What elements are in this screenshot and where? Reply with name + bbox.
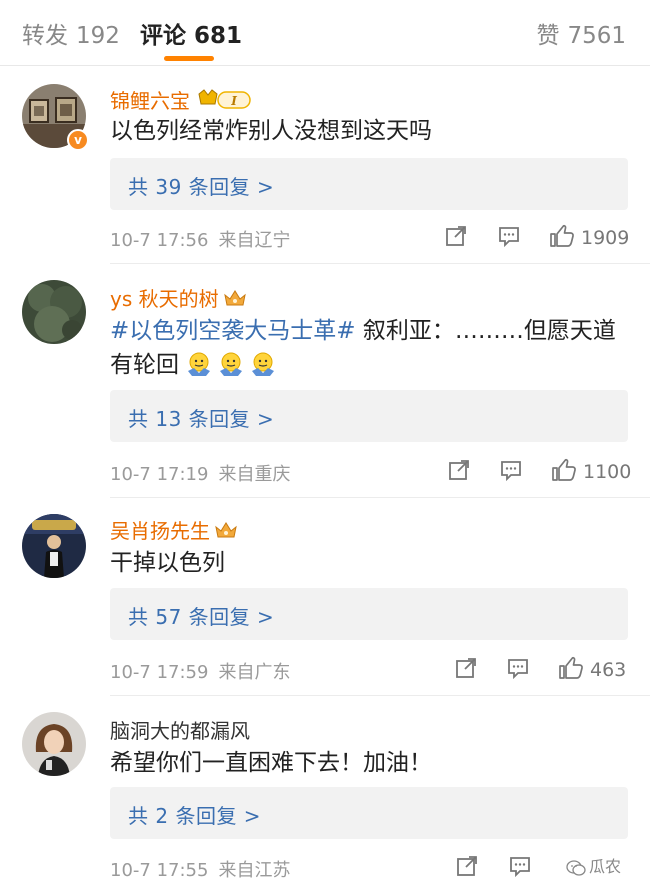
repost-count: 192 — [76, 23, 120, 49]
thumbs-up-icon — [559, 656, 583, 679]
view-replies-button[interactable]: 共 57 条回复 > — [110, 588, 628, 640]
view-replies-button[interactable]: 共 2 条回复 > — [110, 787, 628, 839]
like-count: 1909 — [581, 227, 630, 249]
watermark: 瓜农 — [566, 853, 621, 877]
tab-like[interactable]: 赞 7561 — [536, 16, 626, 50]
comment-text: 以色列经常炸别人没想到这天吗 — [110, 118, 432, 144]
comment-meta: 10-7 17:59 来自广东 — [110, 658, 290, 684]
like-count: 463 — [590, 659, 627, 681]
shrug-emoji-icon — [179, 352, 282, 378]
view-replies-button[interactable]: 共 13 条回复 > — [110, 390, 628, 442]
comment-text: 干掉以色列 — [110, 550, 225, 576]
level-badge-text: I — [230, 94, 237, 108]
tab-repost-label: 转发 — [22, 23, 68, 49]
level-badge-icon: I — [196, 88, 252, 117]
wechat-icon — [566, 860, 586, 876]
thumbs-up-icon — [550, 224, 574, 247]
share-icon[interactable] — [454, 656, 478, 680]
comment-time: 10-7 17:56 — [110, 230, 209, 251]
like-button[interactable]: 1909 — [549, 224, 629, 249]
watermark-text: 瓜农 — [589, 857, 622, 876]
comment-icon[interactable] — [508, 854, 532, 878]
comment-time: 10-7 17:19 — [110, 464, 209, 485]
comment-item: v 锦鲤六宝 I 以色列经常炸别人没想到这天吗 共 39 条回复 > 10-7 … — [0, 66, 650, 266]
like-count: 1100 — [583, 461, 632, 483]
crown-icon — [223, 288, 247, 313]
crown-icon — [214, 520, 238, 545]
divider — [110, 263, 650, 264]
username[interactable]: 吴肖扬先生 — [110, 515, 238, 545]
comment-meta: 10-7 17:56 来自辽宁 — [110, 226, 290, 252]
comment-location: 来自重庆 — [218, 464, 291, 485]
avatar[interactable] — [22, 514, 86, 578]
comment-icon[interactable] — [497, 224, 521, 248]
comment-meta: 10-7 17:19 来自重庆 — [110, 460, 290, 486]
comment-tabs: 转发 192 评论 681 赞 7561 — [0, 0, 650, 66]
comment-time: 10-7 17:59 — [110, 662, 209, 683]
comment-icon[interactable] — [506, 656, 530, 680]
avatar[interactable] — [22, 280, 86, 344]
like-button[interactable]: 463 — [558, 656, 626, 681]
comment-icon[interactable] — [499, 458, 523, 482]
share-icon[interactable] — [444, 224, 468, 248]
tab-repost[interactable]: 转发 192 — [22, 16, 120, 50]
replies-label: 共 57 条回复 > — [128, 605, 275, 629]
thumbs-up-icon — [552, 458, 576, 481]
view-replies-button[interactable]: 共 39 条回复 > — [110, 158, 628, 210]
username[interactable]: 锦鲤六宝 I — [110, 85, 252, 117]
avatar[interactable] — [22, 712, 86, 776]
comment-location: 来自辽宁 — [218, 230, 291, 251]
username-text: 脑洞大的都漏风 — [110, 719, 250, 743]
replies-label: 共 13 条回复 > — [128, 407, 275, 431]
comment-count: 681 — [194, 23, 243, 49]
comment-text: 希望你们一直困难下去！加油！ — [110, 750, 432, 776]
username[interactable]: ys 秋天的树 — [110, 283, 247, 313]
topic-link[interactable]: #以色列空袭大马士革# — [110, 318, 356, 344]
comment-item: 脑洞大的都漏风 希望你们一直困难下去！加油！ 共 2 条回复 > 10-7 17… — [0, 696, 650, 893]
username-text: ys 秋天的树 — [110, 287, 219, 311]
tab-comment-label: 评论 — [140, 23, 186, 49]
comment-item: 吴肖扬先生 干掉以色列 共 57 条回复 > 10-7 17:59 来自广东 46… — [0, 498, 650, 696]
share-icon[interactable] — [447, 458, 471, 482]
username-text: 吴肖扬先生 — [110, 519, 210, 543]
like-button[interactable]: 1100 — [551, 458, 631, 483]
comment-location: 来自江苏 — [218, 860, 291, 881]
comment-meta: 10-7 17:55 来自江苏 — [110, 856, 290, 882]
username-text: 锦鲤六宝 — [110, 89, 190, 113]
replies-label: 共 39 条回复 > — [128, 175, 275, 199]
replies-label: 共 2 条回复 > — [128, 804, 262, 828]
like-count: 7561 — [567, 23, 626, 49]
username[interactable]: 脑洞大的都漏风 — [110, 715, 250, 744]
comment-time: 10-7 17:55 — [110, 860, 209, 881]
comment-location: 来自广东 — [218, 662, 291, 683]
comment-item: ys 秋天的树 #以色列空袭大马士革# 叙利亚：………但愿天道有轮回 共 13 … — [0, 266, 650, 498]
verified-v-icon: v — [67, 129, 89, 151]
tab-like-label: 赞 — [536, 23, 560, 49]
comment-text: #以色列空袭大马士革# 叙利亚：………但愿天道有轮回 — [110, 314, 630, 382]
share-icon[interactable] — [455, 854, 479, 878]
active-tab-indicator — [164, 56, 214, 61]
